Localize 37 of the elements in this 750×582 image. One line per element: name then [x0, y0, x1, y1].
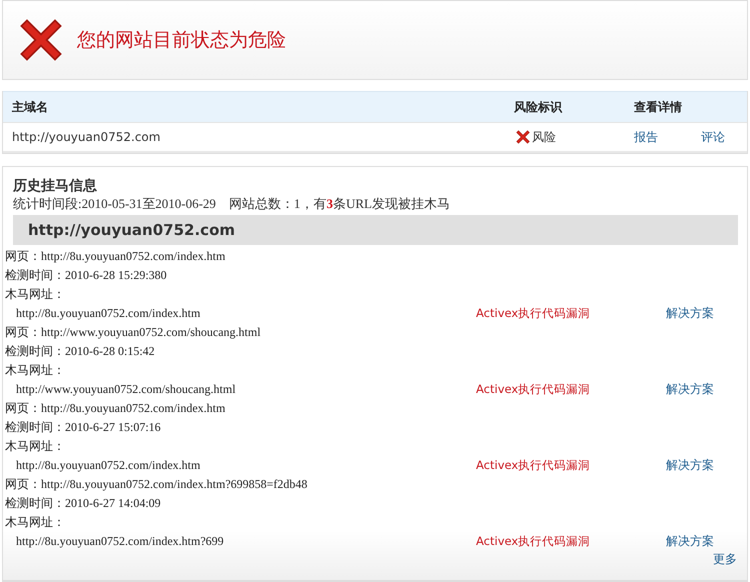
- risk-label: 风险: [532, 129, 556, 146]
- column-header: 主域名: [12, 98, 49, 116]
- more-link[interactable]: 更多: [713, 551, 737, 568]
- detect-time: 检测时间：2010-6-27 15:07:16: [5, 419, 161, 436]
- column-header: 查看详情: [634, 98, 683, 116]
- page-url: 网页：http://8u.youyuan0752.com/index.htm: [5, 400, 226, 417]
- trojan-url: http://8u.youyuan0752.com/index.htm: [15, 306, 202, 321]
- detect-time: 检测时间：2010-6-28 15:29:380: [5, 267, 167, 284]
- trojan-url: http://www.youyuan0752.com/shoucang.html: [15, 382, 237, 397]
- trojan-url: http://8u.youyuan0752.com/index.htm: [15, 458, 202, 473]
- vulnerability-name: Activex执行代码漏洞: [476, 458, 592, 473]
- trojan-url: http://8u.youyuan0752.com/index.htm?699: [15, 534, 225, 549]
- vulnerability-name: Activex执行代码漏洞: [476, 534, 592, 549]
- vulnerability-name: Activex执行代码漏洞: [476, 382, 592, 397]
- site-url: http://youyuan0752.com: [28, 221, 236, 239]
- page-url: 网页：http://8u.youyuan0752.com/index.htm?699858=f2db48: [5, 476, 308, 493]
- detect-time: 检测时间：2010-6-27 14:04:09: [5, 495, 161, 512]
- close-icon: [514, 128, 532, 146]
- domain-cell-text: http://youyuan0752.com: [12, 130, 162, 144]
- solution-link[interactable]: 解决方案: [666, 533, 737, 550]
- solution-link[interactable]: 解决方案: [666, 305, 737, 322]
- status-title: 您的网站目前状态为危险: [77, 28, 286, 53]
- trojan-label: 木马网址：: [5, 438, 65, 455]
- page-url: 网页：http://www.youyuan0752.com/shoucang.html: [5, 324, 261, 341]
- solution-link[interactable]: 解决方案: [666, 457, 737, 474]
- summary-text: 统计时间段:2010-05-31至2010-06-29 网站总数：1，有3条URL发现被挂木马: [13, 195, 451, 213]
- solution-link[interactable]: 解决方案: [666, 381, 737, 398]
- detect-time: 检测时间：2010-6-28 0:15:42: [5, 343, 155, 360]
- history-title: 历史挂马信息: [13, 177, 98, 195]
- page-url: 网页：http://8u.youyuan0752.com/index.htm: [5, 248, 226, 265]
- detail-link[interactable]: 评论: [701, 128, 747, 146]
- column-header: 风险标识: [514, 98, 564, 116]
- trojan-label: 木马网址：: [5, 362, 65, 379]
- detail-link[interactable]: 报告: [634, 128, 701, 146]
- trojan-label: 木马网址：: [5, 514, 65, 531]
- vulnerability-name: Activex执行代码漏洞: [476, 306, 592, 321]
- trojan-label: 木马网址：: [5, 286, 65, 303]
